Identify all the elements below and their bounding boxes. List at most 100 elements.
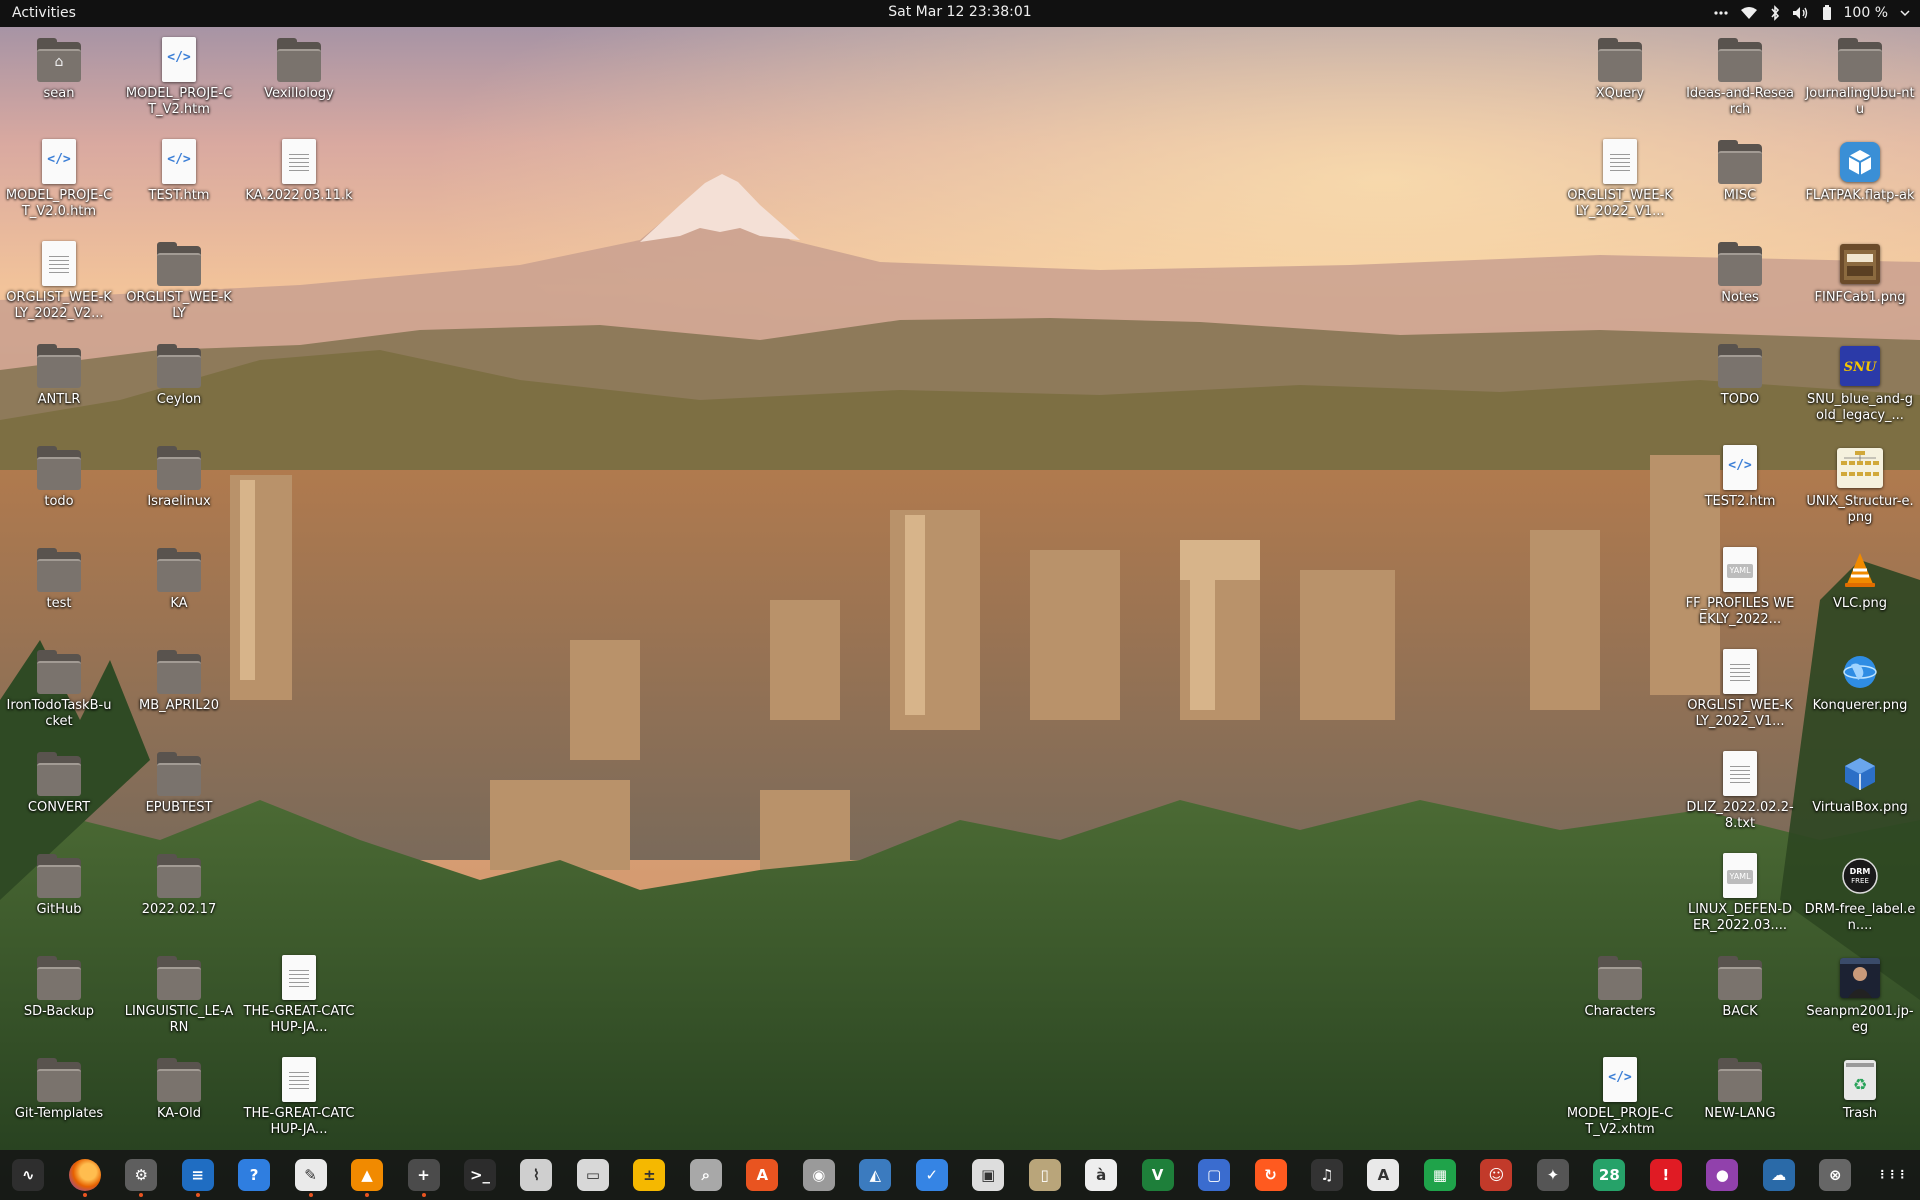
desktop-icon-test[interactable]: </> TEST.htm: [120, 132, 238, 224]
dock-app-todo[interactable]: ✓: [904, 1150, 960, 1200]
desktop-icon-ceylon[interactable]: Ceylon: [120, 336, 238, 428]
dock-app-vim[interactable]: V: [1129, 1150, 1185, 1200]
folder-icon: [1716, 342, 1764, 390]
desktop-icon-finfcab[interactable]: FINFCab1.png: [1801, 234, 1919, 326]
dock-app-help[interactable]: ?: [226, 1150, 282, 1200]
dock-app-terminal[interactable]: >_: [452, 1150, 508, 1200]
desktop-icon-antlr[interactable]: ANTLR: [0, 336, 118, 428]
dock-app-disk-utility[interactable]: ◉: [791, 1150, 847, 1200]
dock-app-screenshot[interactable]: ▣: [960, 1150, 1016, 1200]
desktop-icon-model3[interactable]: </> MODEL_PROJE-CT_V2.xhtm: [1561, 1050, 1679, 1142]
desktop-icon-model1[interactable]: </> MODEL_PROJE-CT_V2.htm: [120, 30, 238, 122]
desktop-icon-d20220217[interactable]: 2022.02.17: [120, 846, 238, 938]
desktop-icon-orglist3[interactable]: ORGLIST_WEE-KLY_2022_V1...: [1561, 132, 1679, 224]
desktop-icon-back[interactable]: BACK: [1681, 948, 1799, 1040]
desktop-icon-seanpm[interactable]: Seanpm2001.jp-eg: [1801, 948, 1919, 1040]
desktop-icon-convert[interactable]: CONVERT: [0, 744, 118, 836]
dock-app-weather-map[interactable]: ☁: [1751, 1150, 1807, 1200]
activities-button[interactable]: Activities: [12, 5, 76, 21]
dock-app-files[interactable]: ▭: [565, 1150, 621, 1200]
desktop-icon-snu[interactable]: SNU SNU_blue_and-gold_legacy_...: [1801, 336, 1919, 428]
desktop-icon-todo[interactable]: todo: [0, 438, 118, 530]
dock-app-spreadsheet[interactable]: ▦: [1412, 1150, 1468, 1200]
volume-icon[interactable]: [1792, 6, 1810, 20]
desktop-icon-drm[interactable]: DRM FREE DRM-free_label.en....: [1801, 846, 1919, 938]
desktop-icon-test2[interactable]: </> TEST2.htm: [1681, 438, 1799, 530]
desktop-icon-model2[interactable]: </> MODEL_PROJE-CT_V2.0.htm: [0, 132, 118, 224]
bluetooth-icon[interactable]: [1770, 5, 1780, 21]
dock-app-text-editor[interactable]: ✎: [282, 1150, 338, 1200]
more-dots-icon[interactable]: [1713, 6, 1728, 20]
dock-app-text-document[interactable]: ≡: [169, 1150, 225, 1200]
desktop-icon-ideas[interactable]: Ideas-and-Research: [1681, 30, 1799, 122]
desktop-icon-konqueror[interactable]: Konquerer.png: [1801, 642, 1919, 734]
dock-app-archive-manager[interactable]: ▯: [1016, 1150, 1072, 1200]
desktop-icon-orglist1[interactable]: ORGLIST_WEE-KLY_2022_V2...: [0, 234, 118, 326]
desktop-icon-linguistic[interactable]: LINGUISTIC_LE-ARN: [120, 948, 238, 1040]
dock-app-resource-monitor[interactable]: ⌇: [508, 1150, 564, 1200]
dock-app-system-tools[interactable]: ✦: [1525, 1150, 1581, 1200]
dock-app-alert[interactable]: !: [1638, 1150, 1694, 1200]
desktop-icon-flatpak[interactable]: FLATPAK.flatp-ak: [1801, 132, 1919, 224]
folder-icon: [155, 648, 203, 696]
battery-percent[interactable]: 100 %: [1844, 5, 1888, 21]
desktop-icon-misc[interactable]: MISC: [1681, 132, 1799, 224]
dock-app-vlc[interactable]: ▲: [339, 1150, 395, 1200]
dock-app-music[interactable]: ♫: [1299, 1150, 1355, 1200]
dock-app-camera[interactable]: ●: [1694, 1150, 1750, 1200]
desktop-icon-label: KA: [170, 596, 188, 611]
dock-app-calendar[interactable]: 28: [1581, 1150, 1637, 1200]
system-tray[interactable]: 100 %: [1713, 3, 1910, 23]
system-monitor-icon: ∿: [12, 1159, 45, 1191]
desktop-icon-virtualbox[interactable]: VirtualBox.png: [1801, 744, 1919, 836]
desktop-icon-trash[interactable]: ♻ Trash: [1801, 1050, 1919, 1142]
desktop-icon-newlang[interactable]: NEW-LANG: [1681, 1050, 1799, 1142]
desktop-icon-kaold[interactable]: KA-Old: [120, 1050, 238, 1142]
desktop-icon-great2[interactable]: THE-GREAT-CATCHUP-JA...: [240, 1050, 358, 1142]
dock-app-firefox[interactable]: [56, 1150, 112, 1200]
dock-app-show-applications[interactable]: ⋮⋮⋮: [1863, 1150, 1919, 1200]
dock-app-image-viewer[interactable]: ⌕: [678, 1150, 734, 1200]
desktop-icon-vex[interactable]: Vexillology: [240, 30, 358, 122]
desktop-icon-journaling[interactable]: JournalingUbu-ntu: [1801, 30, 1919, 122]
desktop-icon-great1[interactable]: THE-GREAT-CATCHUP-JA...: [240, 948, 358, 1040]
desktop-icon-dliz[interactable]: DLIZ_2022.02.2-8.txt: [1681, 744, 1799, 836]
desktop-icon-sdbackup[interactable]: SD-Backup: [0, 948, 118, 1040]
battery-icon[interactable]: [1822, 5, 1832, 21]
desktop-icon-todo2[interactable]: TODO: [1681, 336, 1799, 428]
dock-app-font-viewer[interactable]: A: [1355, 1150, 1411, 1200]
dock-app-calculator[interactable]: ±: [621, 1150, 677, 1200]
dock-app-character-map[interactable]: à: [1073, 1150, 1129, 1200]
desktop-icon-ka[interactable]: KA: [120, 540, 238, 632]
dock-app-settings[interactable]: ⚙: [113, 1150, 169, 1200]
desktop-icon-notes[interactable]: Notes: [1681, 234, 1799, 326]
desktop-icon-israel[interactable]: Israelinux: [120, 438, 238, 530]
clock[interactable]: Sat Mar 12 23:38:01: [888, 4, 1031, 20]
desktop-icon-ka2022[interactable]: KA.2022.03.11.k: [240, 132, 358, 224]
dock-app-system-monitor[interactable]: ∿: [0, 1150, 56, 1200]
desktop-icon-vlcpng[interactable]: VLC.png: [1801, 540, 1919, 632]
desktop-icon-irontodo[interactable]: IronTodoTaskB-ucket: [0, 642, 118, 734]
dock-app-retro-game[interactable]: ☺: [1468, 1150, 1524, 1200]
desktop-icon-github[interactable]: GitHub: [0, 846, 118, 938]
desktop-icon-orglist2[interactable]: ORGLIST_WEE-KLY: [120, 234, 238, 326]
dock-app-backup[interactable]: ↻: [1242, 1150, 1298, 1200]
desktop-icon-testf[interactable]: test: [0, 540, 118, 632]
desktop-icon-characters[interactable]: Characters: [1561, 948, 1679, 1040]
desktop-icon-linuxdef[interactable]: YAML LINUX_DEFEN-DER_2022.03....: [1681, 846, 1799, 938]
dock-app-update-manager[interactable]: ⊗: [1807, 1150, 1863, 1200]
desktop-icon-unix[interactable]: UNIX_Structur-e.png: [1801, 438, 1919, 530]
tray-arrow-icon[interactable]: [1900, 9, 1910, 17]
desktop-icon-gittemplates[interactable]: Git-Templates: [0, 1050, 118, 1142]
desktop-icon-xquery[interactable]: XQuery: [1561, 30, 1679, 122]
wifi-icon[interactable]: [1740, 6, 1758, 20]
dock-app-document-viewer[interactable]: ◭: [847, 1150, 903, 1200]
desktop-icon-sean[interactable]: ⌂ sean: [0, 30, 118, 122]
dock-app-package-green[interactable]: +: [395, 1150, 451, 1200]
dock-app-remote-desktop[interactable]: ▢: [1186, 1150, 1242, 1200]
desktop-icon-orglist4[interactable]: ORGLIST_WEE-KLY_2022_V1...: [1681, 642, 1799, 734]
desktop-icon-epubtest[interactable]: EPUBTEST: [120, 744, 238, 836]
dock-app-software-center[interactable]: A: [734, 1150, 790, 1200]
desktop-icon-mbapril[interactable]: MB_APRIL20: [120, 642, 238, 734]
desktop-icon-ffprofiles[interactable]: YAML FF_PROFILES WEEKLY_2022...: [1681, 540, 1799, 632]
